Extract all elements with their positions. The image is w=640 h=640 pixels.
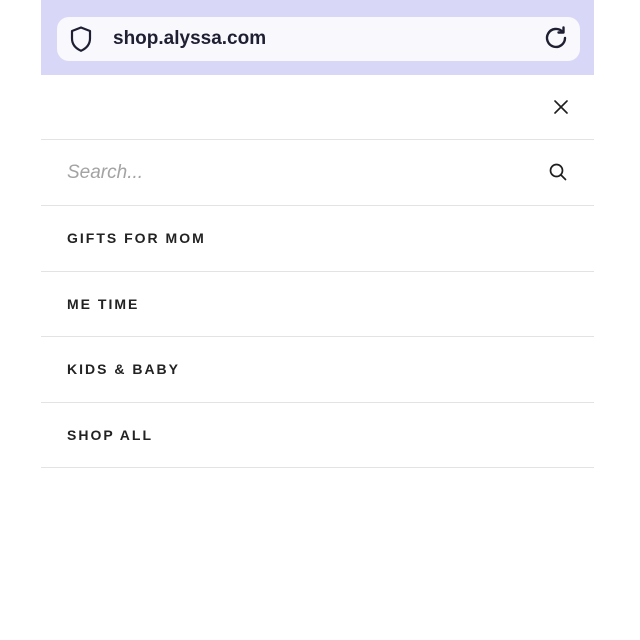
search-input[interactable] bbox=[67, 156, 487, 189]
close-icon bbox=[554, 100, 568, 114]
menu-item-label: ME TIME bbox=[67, 295, 140, 312]
reload-icon[interactable] bbox=[542, 24, 570, 52]
menu-header bbox=[41, 75, 594, 140]
menu-item-kids-and-baby[interactable]: KIDS & BABY bbox=[41, 337, 594, 403]
close-menu-button[interactable] bbox=[554, 100, 568, 114]
browser-address-bar: shop.alyssa.com bbox=[41, 0, 594, 75]
search-icon bbox=[549, 163, 567, 181]
url-field[interactable]: shop.alyssa.com bbox=[57, 17, 580, 61]
menu-item-label: KIDS & BABY bbox=[67, 361, 181, 378]
mobile-menu-panel: GIFTS FOR MOM ME TIME KIDS & BABY SHOP A… bbox=[41, 75, 594, 468]
shield-icon[interactable] bbox=[69, 25, 93, 53]
menu-item-label: SHOP ALL bbox=[67, 426, 154, 443]
menu-list: GIFTS FOR MOM ME TIME KIDS & BABY SHOP A… bbox=[41, 206, 594, 468]
menu-item-label: GIFTS FOR MOM bbox=[67, 230, 206, 247]
search-button[interactable] bbox=[549, 163, 567, 181]
menu-item-gifts-for-mom[interactable]: GIFTS FOR MOM bbox=[41, 206, 594, 272]
menu-item-shop-all[interactable]: SHOP ALL bbox=[41, 403, 594, 468]
search-bar bbox=[41, 140, 594, 206]
menu-item-me-time[interactable]: ME TIME bbox=[41, 272, 594, 337]
url-text[interactable]: shop.alyssa.com bbox=[113, 17, 266, 61]
